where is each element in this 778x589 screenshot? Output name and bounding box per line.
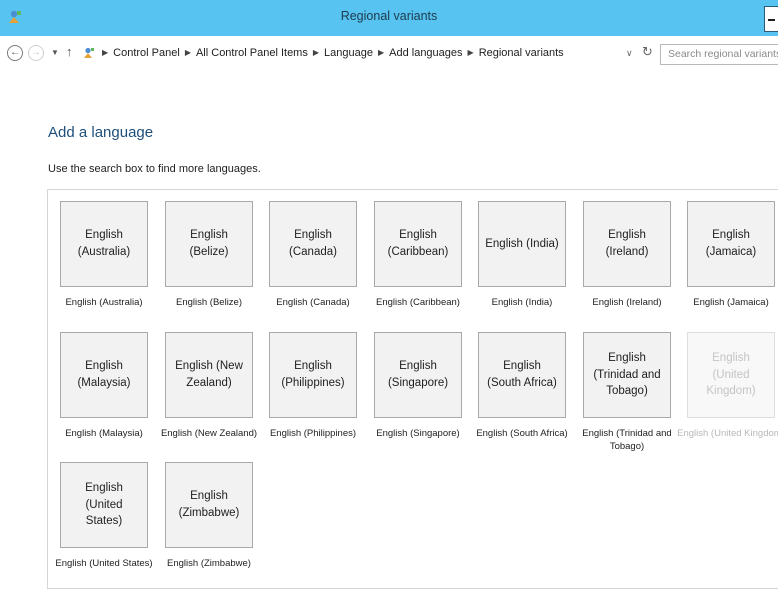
language-tile-english-united-kingdom: English (United Kingdom) — [687, 332, 775, 418]
language-tile-english-malaysia[interactable]: English (Malaysia) — [60, 332, 148, 418]
address-dropdown-icon[interactable]: ∨ — [626, 48, 633, 59]
language-tile-caption: English (Trinidad and Tobago) — [582, 428, 672, 453]
language-tile-english-belize[interactable]: English (Belize) — [165, 201, 253, 287]
language-tile-english-singapore[interactable]: English (Singapore) — [374, 332, 462, 418]
language-tile-caption: English (Singapore) — [376, 428, 460, 439]
breadcrumb: ▶ Control Panel ▶ All Control Panel Items ▶ L… — [97, 47, 564, 59]
language-tile-english-united-states[interactable]: English (United States) — [60, 462, 148, 548]
language-tile-english-zimbabwe[interactable]: English (Zimbabwe) — [165, 462, 253, 548]
language-tile-caption: English (Caribbean) — [376, 297, 460, 308]
breadcrumb-separator-icon[interactable]: ▶ — [373, 48, 389, 57]
up-arrow-icon[interactable]: ↑ — [66, 44, 73, 59]
language-tile-english-australia[interactable]: English (Australia) — [60, 201, 148, 287]
breadcrumb-item-language[interactable]: Language — [324, 47, 373, 59]
breadcrumb-separator-icon[interactable]: ▶ — [180, 48, 196, 57]
language-tile-caption: English (Ireland) — [592, 297, 662, 308]
breadcrumb-item-control-panel[interactable]: Control Panel — [113, 47, 180, 59]
language-tile-english-south-africa[interactable]: English (South Africa) — [478, 332, 566, 418]
language-tile-caption: English (New Zealand) — [160, 428, 258, 439]
language-tile-english-philippines[interactable]: English (Philippines) — [269, 332, 357, 418]
navigation-bar: ← → ▼ ↑ ▶ Control Panel ▶ All Control Panel… — [0, 36, 778, 73]
language-tile-caption: English (Belize) — [176, 297, 242, 308]
language-tile-english-ireland[interactable]: English (Ireland) — [583, 201, 671, 287]
language-tile-caption: English (Canada) — [276, 297, 350, 308]
breadcrumb-separator-icon[interactable]: ▶ — [97, 48, 113, 57]
recent-locations-chevron-icon[interactable]: ▼ — [51, 48, 59, 57]
breadcrumb-separator-icon[interactable]: ▶ — [463, 48, 479, 57]
breadcrumb-separator-icon[interactable]: ▶ — [308, 48, 324, 57]
language-tile-english-caribbean[interactable]: English (Caribbean) — [374, 201, 462, 287]
language-tile-english-india[interactable]: English (India) — [478, 201, 566, 287]
language-tile-caption: English (United States) — [55, 558, 153, 569]
search-input[interactable]: Search regional variants — [660, 44, 778, 65]
language-tile-english-trinidad-and-tobago[interactable]: English (Trinidad and Tobago) — [583, 332, 671, 418]
page-title: Add a language — [48, 124, 154, 141]
breadcrumb-item-regional-variants[interactable]: Regional variants — [479, 47, 564, 59]
language-tile-english-canada[interactable]: English (Canada) — [269, 201, 357, 287]
language-tile-caption: English (United Kingdom) — [677, 428, 778, 439]
language-tile-english-jamaica[interactable]: English (Jamaica) — [687, 201, 775, 287]
language-tile-caption: English (Australia) — [65, 297, 143, 308]
window-title: Regional variants — [340, 9, 438, 23]
language-tile-caption: English (Philippines) — [269, 428, 357, 439]
language-tile-english-new-zealand[interactable]: English (New Zealand) — [165, 332, 253, 418]
back-button[interactable]: ← — [7, 45, 23, 61]
instructions-text: Use the search box to find more language… — [48, 163, 261, 175]
language-tile-caption: English (Zimbabwe) — [167, 558, 251, 569]
breadcrumb-item-all-control-panel-items[interactable]: All Control Panel Items — [196, 47, 308, 59]
forward-button[interactable]: → — [28, 45, 44, 61]
title-bar: Regional variants — [0, 0, 778, 36]
refresh-icon[interactable]: ↻ — [642, 44, 653, 60]
language-tile-caption: English (South Africa) — [476, 428, 568, 439]
language-tile-caption: English (Jamaica) — [693, 297, 769, 308]
minimize-button[interactable] — [764, 6, 778, 32]
language-tile-caption: English (Malaysia) — [65, 428, 143, 439]
language-tile-caption: English (India) — [491, 297, 553, 308]
breadcrumb-item-add-languages[interactable]: Add languages — [389, 47, 462, 59]
control-panel-icon — [84, 47, 94, 58]
